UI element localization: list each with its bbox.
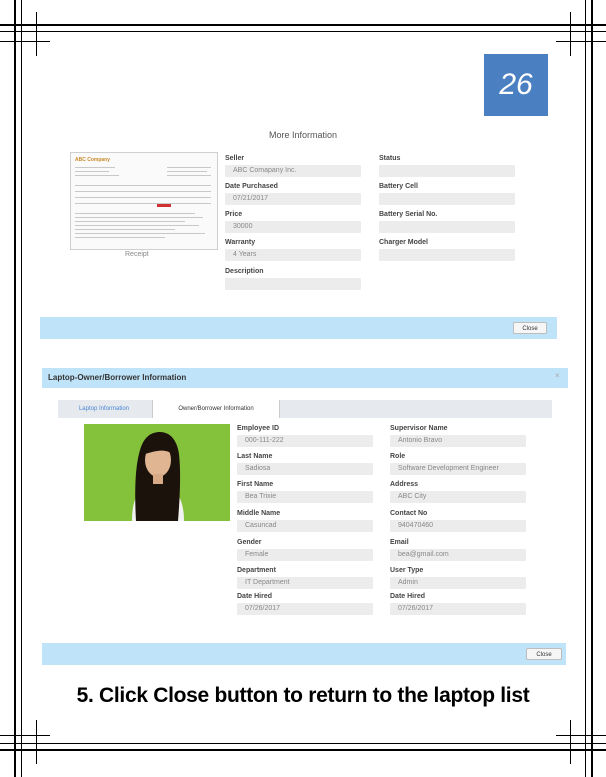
field-value: 30000 [225,221,361,233]
field-label: Address [390,481,419,488]
field-value: Female [237,549,373,561]
field-label: Date Hired [237,593,273,600]
receipt-caption: Receipt [125,251,149,258]
more-info-close-button[interactable]: Close [513,322,547,334]
employee-photo-illustration [84,424,230,521]
field-label: Battery Cell [379,183,418,190]
field-label: Date Purchased [225,183,278,190]
field-value: 07/21/2017 [225,193,361,205]
field-value: Admin [390,577,526,589]
field-value: Sadiosa [237,463,373,475]
tab-owner-borrower-information[interactable]: Owner/Borrower Information [152,400,280,418]
field-label: Department [237,567,276,574]
owner-dialog-close-button[interactable]: Close [526,648,562,660]
field-value: 07/26/2017 [390,603,526,615]
more-info-footer: Close [40,317,557,339]
field-value [379,249,515,261]
field-label: Employee ID [237,425,280,432]
more-info-title: More Information [268,130,338,140]
field-value: ABC Comapany Inc. [225,165,361,177]
field-label: Last Name [237,453,273,460]
field-label: Contact No [390,510,428,517]
field-value [225,278,361,290]
tab-strip: Laptop Information Owner/Borrower Inform… [58,400,552,418]
field-value: ABC City [390,491,526,503]
receipt-image: ABC Company [70,152,218,250]
field-label: Supervisor Name [390,425,448,432]
field-label: Email [390,539,409,546]
field-label: Description [225,268,264,275]
owner-dialog-header: Laptop-Owner/Borrower Information × [42,368,568,388]
tab-laptop-information[interactable]: Laptop Information [58,400,150,418]
field-label: Seller [225,155,245,162]
field-label: Battery Serial No. [379,211,438,218]
page-number-badge: 26 [484,54,548,116]
field-value: 000-111-222 [237,435,373,447]
field-label: First Name [237,481,274,488]
field-label: Charger Model [379,239,429,246]
field-label: Date Hired [390,593,426,600]
close-icon[interactable]: × [555,371,560,380]
field-value: Casuncad [237,520,373,532]
field-value: 07/26/2017 [237,603,373,615]
employee-photo [84,424,230,521]
owner-dialog-title: Laptop-Owner/Borrower Information [48,373,187,382]
field-value: IT Department [237,577,373,589]
field-label: Warranty [225,239,256,246]
instruction-text: 5. Click Close button to return to the l… [76,684,530,707]
field-value [379,193,515,205]
field-value: Bea Trixie [237,491,373,503]
field-value: 940470460 [390,520,526,532]
field-value: Antonio Bravo [390,435,526,447]
field-value [379,221,515,233]
field-value: Software Development Engineer [390,463,526,475]
field-label: Price [225,211,243,218]
field-value: bea@gmail.com [390,549,526,561]
field-label: Status [379,155,401,162]
field-value [379,165,515,177]
field-label: Middle Name [237,510,281,517]
field-label: Role [390,453,406,460]
owner-dialog-footer: Close [42,643,566,665]
field-value: 4 Years [225,249,361,261]
field-label: User Type [390,567,424,574]
receipt-logo: ABC Company [75,157,111,163]
field-label: Gender [237,539,262,546]
